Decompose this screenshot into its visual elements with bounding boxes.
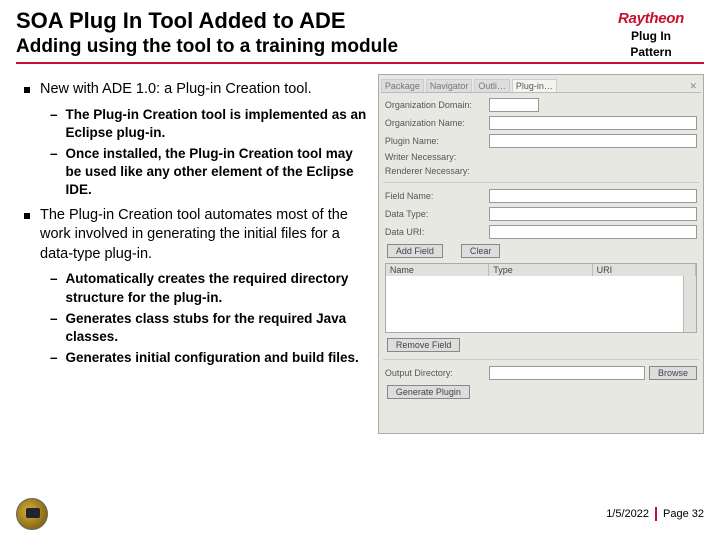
label-field-name: Field Name: bbox=[385, 191, 485, 201]
label-output-dir: Output Directory: bbox=[385, 368, 485, 378]
grid-body[interactable] bbox=[386, 276, 696, 332]
sub-bullet-text: Generates class stubs for the required J… bbox=[66, 310, 370, 346]
dash-icon: – bbox=[50, 349, 58, 367]
footer-date: 1/5/2022 bbox=[606, 508, 649, 520]
dash-icon: – bbox=[50, 106, 58, 142]
footer-page: Page 32 bbox=[663, 508, 704, 520]
dash-icon: – bbox=[50, 270, 58, 306]
bullet-text: New with ADE 1.0: a Plug-in Creation too… bbox=[40, 80, 312, 100]
sub-bullet-text: The Plug-in Creation tool is implemented… bbox=[66, 106, 370, 142]
sub-bullet-text: Automatically creates the required direc… bbox=[66, 270, 370, 306]
sub-bullet-text: Generates initial configuration and buil… bbox=[66, 349, 359, 367]
label-org-domain: Organization Domain: bbox=[385, 100, 485, 110]
input-output-dir[interactable] bbox=[489, 366, 645, 380]
page-title: SOA Plug In Tool Added to ADE bbox=[16, 8, 704, 34]
label-writer-necessary: Writer Necessary: bbox=[385, 152, 485, 162]
text-column: New with ADE 1.0: a Plug-in Creation too… bbox=[16, 74, 370, 434]
bullet-item: New with ADE 1.0: a Plug-in Creation too… bbox=[24, 80, 370, 100]
bullet-square-icon bbox=[24, 87, 30, 93]
bullet-item: The Plug-in Creation tool automates most… bbox=[24, 206, 370, 265]
tab-bar: Package Navigator Outli… Plug-in… ✕ bbox=[381, 77, 701, 93]
input-data-type[interactable] bbox=[489, 207, 697, 221]
input-data-uri[interactable] bbox=[489, 225, 697, 239]
footer: 1/5/2022 Page 32 bbox=[16, 498, 704, 530]
grid-header-name: Name bbox=[386, 264, 489, 276]
clear-button[interactable]: Clear bbox=[461, 244, 501, 258]
dash-icon: – bbox=[50, 145, 58, 200]
tab-navigator[interactable]: Navigator bbox=[426, 79, 473, 92]
input-field-name[interactable] bbox=[489, 189, 697, 203]
separator bbox=[383, 182, 699, 183]
tab-package[interactable]: Package bbox=[381, 79, 424, 92]
input-plugin-name[interactable] bbox=[489, 134, 697, 148]
tab-outline[interactable]: Outli… bbox=[474, 79, 510, 92]
tab-plugin[interactable]: Plug-in… bbox=[512, 79, 557, 92]
sub-bullet: – The Plug-in Creation tool is implement… bbox=[50, 106, 370, 142]
pattern-label-2: Pattern bbox=[606, 45, 696, 59]
input-org-name[interactable] bbox=[489, 116, 697, 130]
sub-bullet: – Generates class stubs for the required… bbox=[50, 310, 370, 346]
grid-header-uri: URI bbox=[593, 264, 696, 276]
brand-box: Raytheon Plug In Pattern bbox=[606, 10, 696, 60]
close-icon[interactable]: ✕ bbox=[685, 81, 701, 92]
brand-logo-text: Raytheon bbox=[606, 10, 696, 27]
label-org-name: Organization Name: bbox=[385, 118, 485, 128]
bullet-text: The Plug-in Creation tool automates most… bbox=[40, 206, 370, 265]
generate-plugin-button[interactable]: Generate Plugin bbox=[387, 385, 470, 399]
separator bbox=[383, 359, 699, 360]
label-data-uri: Data URI: bbox=[385, 227, 485, 237]
sub-bullet: – Once installed, the Plug-in Creation t… bbox=[50, 145, 370, 200]
eclipse-panel: Package Navigator Outli… Plug-in… ✕ Orga… bbox=[378, 74, 704, 434]
add-field-button[interactable]: Add Field bbox=[387, 244, 443, 258]
bullet-square-icon bbox=[24, 213, 30, 219]
input-org-domain[interactable] bbox=[489, 98, 539, 112]
field-grid: Name Type URI bbox=[385, 263, 697, 333]
label-data-type: Data Type: bbox=[385, 209, 485, 219]
label-plugin-name: Plugin Name: bbox=[385, 136, 485, 146]
footer-divider bbox=[655, 507, 657, 521]
label-renderer-necessary: Renderer Necessary: bbox=[385, 166, 485, 176]
sub-bullet-text: Once installed, the Plug-in Creation too… bbox=[66, 145, 370, 200]
seal-logo-icon bbox=[16, 498, 48, 530]
page-subtitle: Adding using the tool to a training modu… bbox=[16, 36, 398, 58]
remove-field-button[interactable]: Remove Field bbox=[387, 338, 461, 352]
grid-header-type: Type bbox=[489, 264, 592, 276]
sub-bullet: – Generates initial configuration and bu… bbox=[50, 349, 370, 367]
pattern-label-1: Plug In bbox=[606, 29, 696, 43]
browse-button[interactable]: Browse bbox=[649, 366, 697, 380]
dash-icon: – bbox=[50, 310, 58, 346]
sub-bullet: – Automatically creates the required dir… bbox=[50, 270, 370, 306]
